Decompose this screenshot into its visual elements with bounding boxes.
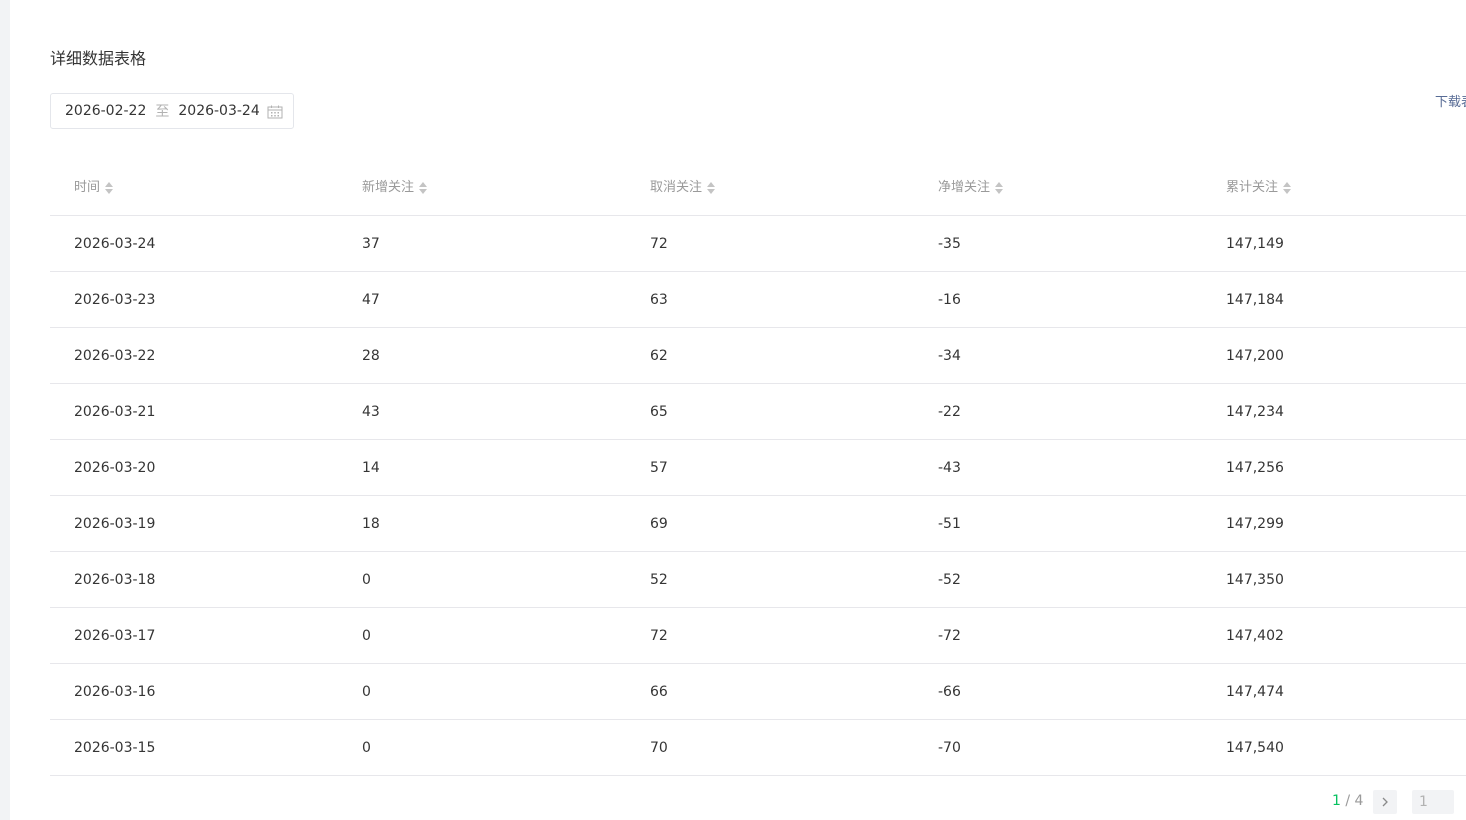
- cell-total-follow: 147,184: [1226, 292, 1284, 308]
- cell-new-follow: 14: [362, 460, 380, 476]
- cell-time: 2026-03-20: [74, 460, 156, 476]
- cell-total-follow: 147,234: [1226, 404, 1284, 420]
- cell-net-follow: -72: [938, 628, 961, 644]
- table-row: 2026-03-18 0 52 -52 147,350: [50, 552, 1466, 608]
- cell-new-follow: 0: [362, 684, 371, 700]
- column-header-net-follow[interactable]: 净增关注: [938, 180, 1004, 196]
- cell-total-follow: 147,256: [1226, 460, 1284, 476]
- table-row: 2026-03-19 18 69 -51 147,299: [50, 496, 1466, 552]
- cell-net-follow: -35: [938, 236, 961, 252]
- page-jump-input[interactable]: 1: [1412, 790, 1454, 814]
- cell-new-follow: 0: [362, 628, 371, 644]
- cell-net-follow: -43: [938, 460, 961, 476]
- cell-new-follow: 37: [362, 236, 380, 252]
- table-row: 2026-03-17 0 72 -72 147,402: [50, 608, 1466, 664]
- cell-unfollow: 66: [650, 684, 668, 700]
- table-row: 2026-03-22 28 62 -34 147,200: [50, 328, 1466, 384]
- cell-unfollow: 57: [650, 460, 668, 476]
- pagination-info: 1 / 4: [1332, 792, 1363, 810]
- data-table: 时间 新增关注 取消关注 净增关注 累计关注 2026-03-24 37 72 …: [50, 161, 1466, 776]
- column-header-unfollow[interactable]: 取消关注: [650, 180, 716, 196]
- table-row: 2026-03-20 14 57 -43 147,256: [50, 440, 1466, 496]
- cell-net-follow: -52: [938, 572, 961, 588]
- column-header-new-follow[interactable]: 新增关注: [362, 180, 428, 196]
- next-page-button[interactable]: [1373, 790, 1397, 814]
- cell-total-follow: 147,149: [1226, 236, 1284, 252]
- table-header: 时间 新增关注 取消关注 净增关注 累计关注: [50, 161, 1466, 216]
- cell-total-follow: 147,299: [1226, 516, 1284, 532]
- cell-time: 2026-03-17: [74, 628, 156, 644]
- cell-unfollow: 72: [650, 236, 668, 252]
- cell-net-follow: -16: [938, 292, 961, 308]
- cell-net-follow: -51: [938, 516, 961, 532]
- column-header-total-follow[interactable]: 累计关注: [1226, 180, 1292, 196]
- cell-time: 2026-03-19: [74, 516, 156, 532]
- pagination-current: 1: [1332, 793, 1341, 809]
- column-header-time[interactable]: 时间: [74, 180, 114, 196]
- table-row: 2026-03-16 0 66 -66 147,474: [50, 664, 1466, 720]
- cell-total-follow: 147,540: [1226, 740, 1284, 756]
- cell-new-follow: 0: [362, 740, 371, 756]
- cell-net-follow: -34: [938, 348, 961, 364]
- pagination-total: 4: [1354, 793, 1364, 809]
- sort-icon[interactable]: [994, 181, 1004, 195]
- table-row: 2026-03-15 0 70 -70 147,540: [50, 720, 1466, 776]
- cell-unfollow: 52: [650, 572, 668, 588]
- cell-new-follow: 18: [362, 516, 380, 532]
- cell-unfollow: 65: [650, 404, 668, 420]
- chevron-right-icon: [1382, 797, 1388, 807]
- date-range-picker[interactable]: 2026-02-22 至 2026-03-24: [50, 93, 294, 129]
- table-row: 2026-03-23 47 63 -16 147,184: [50, 272, 1466, 328]
- table-row: 2026-03-21 43 65 -22 147,234: [50, 384, 1466, 440]
- cell-time: 2026-03-15: [74, 740, 156, 756]
- cell-total-follow: 147,474: [1226, 684, 1284, 700]
- cell-net-follow: -22: [938, 404, 961, 420]
- cell-new-follow: 0: [362, 572, 371, 588]
- cell-time: 2026-03-16: [74, 684, 156, 700]
- calendar-icon[interactable]: [267, 105, 283, 119]
- cell-time: 2026-03-22: [74, 348, 156, 364]
- sort-icon[interactable]: [418, 181, 428, 195]
- download-table-link[interactable]: 下载表格: [1435, 94, 1466, 112]
- sort-icon[interactable]: [706, 181, 716, 195]
- cell-new-follow: 47: [362, 292, 380, 308]
- cell-total-follow: 147,402: [1226, 628, 1284, 644]
- section-title: 详细数据表格: [50, 49, 147, 68]
- cell-total-follow: 147,350: [1226, 572, 1284, 588]
- table-row: 2026-03-24 37 72 -35 147,149: [50, 216, 1466, 272]
- cell-time: 2026-03-18: [74, 572, 156, 588]
- cell-net-follow: -70: [938, 740, 961, 756]
- cell-unfollow: 62: [650, 348, 668, 364]
- date-end[interactable]: 2026-03-24: [178, 103, 259, 119]
- cell-time: 2026-03-23: [74, 292, 156, 308]
- cell-time: 2026-03-21: [74, 404, 156, 420]
- cell-unfollow: 63: [650, 292, 668, 308]
- sort-icon[interactable]: [1282, 181, 1292, 195]
- date-start[interactable]: 2026-02-22: [65, 103, 146, 119]
- cell-time: 2026-03-24: [74, 236, 156, 252]
- cell-new-follow: 28: [362, 348, 380, 364]
- date-separator: 至: [155, 104, 170, 120]
- sort-icon[interactable]: [104, 181, 114, 195]
- cell-total-follow: 147,200: [1226, 348, 1284, 364]
- pagination-separator: /: [1340, 793, 1355, 809]
- cell-unfollow: 72: [650, 628, 668, 644]
- cell-unfollow: 70: [650, 740, 668, 756]
- cell-unfollow: 69: [650, 516, 668, 532]
- cell-new-follow: 43: [362, 404, 380, 420]
- cell-net-follow: -66: [938, 684, 961, 700]
- left-rail: [0, 0, 10, 820]
